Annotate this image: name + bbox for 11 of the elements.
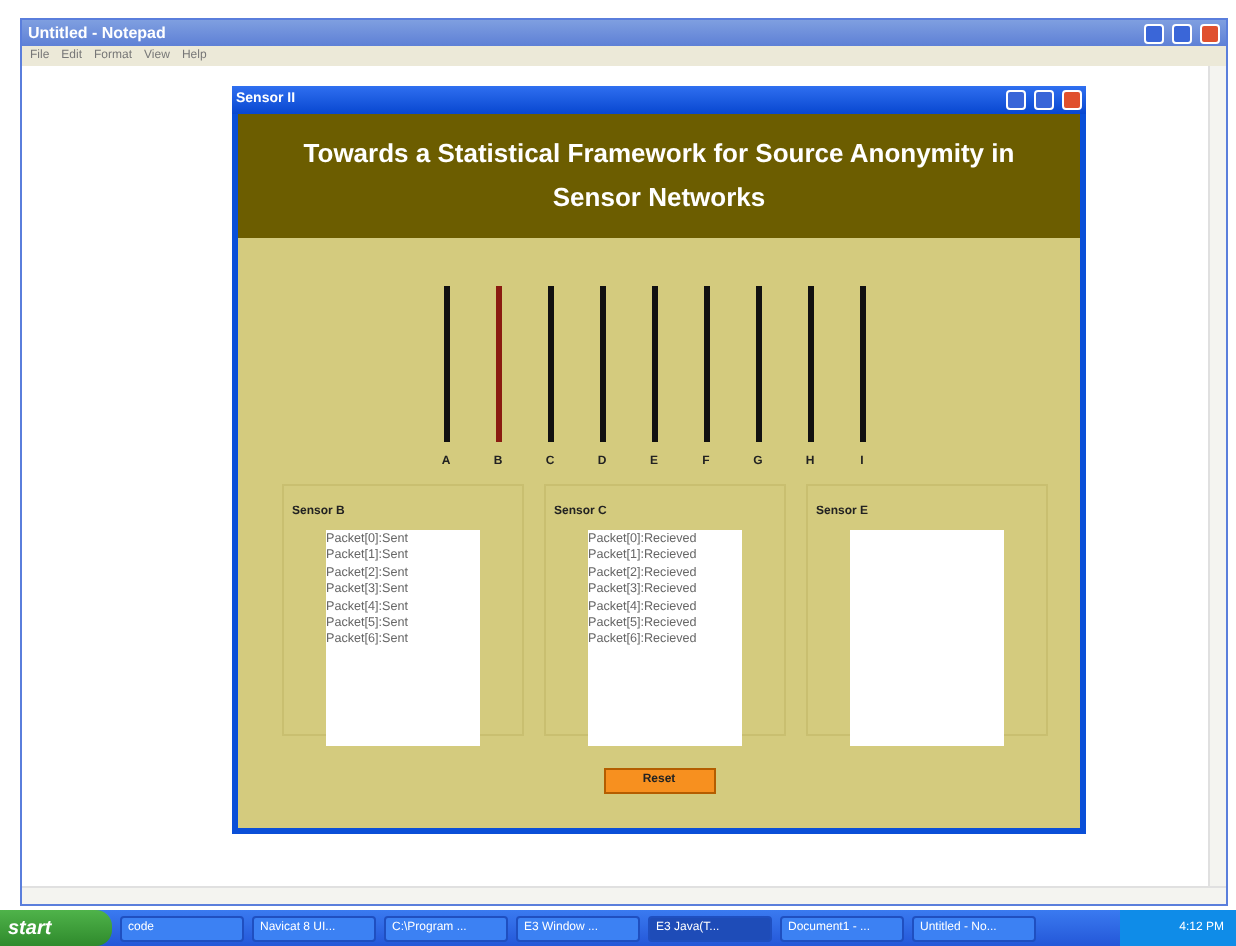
- close-button[interactable]: [1062, 90, 1082, 110]
- maximize-button[interactable]: [1034, 90, 1054, 110]
- heading: Towards a Statistical Framework for Source Anonymity in Sensor Networks: [301, 136, 1017, 216]
- start-button[interactable]: start: [0, 910, 112, 946]
- minimize-button[interactable]: [1006, 90, 1026, 110]
- close-button[interactable]: [1200, 23, 1220, 43]
- horizontal-scrollbar[interactable]: [22, 886, 1226, 904]
- maximize-button[interactable]: [1172, 23, 1192, 43]
- vertical-scrollbar[interactable]: [1208, 66, 1226, 886]
- minimize-button[interactable]: [1144, 23, 1164, 43]
- window-title: Untitled - Notepad: [28, 21, 166, 45]
